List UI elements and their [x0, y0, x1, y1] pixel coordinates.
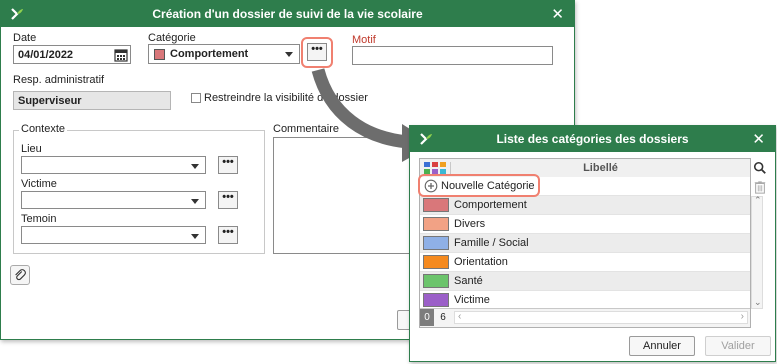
valider-button[interactable]: Valider	[705, 336, 771, 356]
lieu-chevron-down-icon[interactable]	[191, 164, 199, 169]
category-color-swatch	[423, 198, 449, 212]
libelle-column-header[interactable]: Libellé	[450, 162, 750, 174]
contexte-legend: Contexte	[19, 123, 68, 135]
resp-field: Superviseur	[13, 91, 171, 110]
list-title-bar: Liste des catégories des dossiers ✕	[410, 126, 775, 152]
category-name: Divers	[454, 218, 486, 230]
lieu-label: Lieu	[21, 143, 42, 155]
scroll-left-icon[interactable]: ‹	[458, 311, 461, 322]
annuler-button[interactable]: Annuler	[629, 336, 695, 356]
resp-label: Resp. administratif	[13, 74, 105, 86]
category-name: Orientation	[454, 256, 508, 268]
vertical-scrollbar[interactable]: ⌃ ⌄	[751, 195, 763, 309]
scroll-down-icon[interactable]: ⌄	[754, 297, 762, 308]
commentaire-label: Commentaire	[273, 123, 340, 135]
temoin-more-button[interactable]: •••	[218, 226, 238, 244]
date-label: Date	[13, 32, 37, 44]
victime-select[interactable]	[21, 191, 206, 209]
date-value: 04/01/2022	[18, 49, 74, 61]
categorie-color-swatch	[154, 49, 165, 60]
main-dialog-title: Création d'un dossier de suivi de la vie…	[152, 7, 423, 21]
category-row[interactable]: Famille / Social	[420, 234, 750, 253]
selected-count: 0	[420, 309, 434, 326]
grid-footer: 0 6 ‹ ›	[420, 308, 750, 327]
calendar-icon[interactable]	[114, 48, 128, 62]
category-row[interactable]: Divers	[420, 215, 750, 234]
temoin-select[interactable]	[21, 226, 206, 244]
category-color-swatch	[423, 236, 449, 250]
category-color-swatch	[423, 217, 449, 231]
color-grid-icon[interactable]	[423, 161, 447, 175]
scroll-right-icon[interactable]: ›	[741, 311, 744, 322]
categorie-label: Catégorie	[148, 32, 196, 44]
horizontal-scrollbar[interactable]: ‹ ›	[454, 311, 748, 324]
resp-value: Superviseur	[18, 95, 82, 107]
category-color-swatch	[423, 274, 449, 288]
categorie-select[interactable]: Comportement	[148, 44, 300, 64]
victime-more-button[interactable]: •••	[218, 191, 238, 209]
total-count: 6	[440, 312, 446, 323]
category-name: Famille / Social	[454, 237, 529, 249]
search-icon[interactable]	[753, 161, 767, 175]
categorie-chevron-down-icon[interactable]	[285, 52, 293, 57]
category-color-swatch	[423, 293, 449, 307]
category-color-swatch	[423, 255, 449, 269]
categorie-value: Comportement	[170, 48, 249, 60]
category-row[interactable]: Comportement	[420, 196, 750, 215]
temoin-chevron-down-icon[interactable]	[191, 234, 199, 239]
category-name: Comportement	[454, 199, 527, 211]
restreindre-label[interactable]: Restreindre la visibilité du dossier	[204, 92, 368, 104]
main-close-icon[interactable]: ✕	[551, 5, 564, 23]
date-field[interactable]: 04/01/2022	[13, 45, 131, 64]
temoin-label: Temoin	[21, 213, 57, 225]
victime-chevron-down-icon[interactable]	[191, 199, 199, 204]
scroll-up-icon[interactable]: ⌃	[754, 195, 762, 206]
restreindre-checkbox[interactable]	[191, 93, 201, 103]
attachment-button[interactable]	[10, 265, 30, 285]
list-dialog-title: Liste des catégories des dossiers	[496, 132, 689, 146]
victime-label: Victime	[21, 178, 57, 190]
categorie-more-button[interactable]: •••	[307, 43, 327, 61]
paperclip-icon	[15, 269, 26, 281]
motif-input[interactable]	[352, 46, 553, 65]
trash-icon[interactable]	[753, 180, 767, 194]
category-name: Santé	[454, 275, 483, 287]
lieu-select[interactable]	[21, 156, 206, 174]
motif-label: Motif	[352, 34, 376, 46]
list-close-icon[interactable]: ✕	[752, 130, 765, 148]
main-title-bar: Création d'un dossier de suivi de la vie…	[1, 1, 574, 27]
category-row[interactable]: Orientation	[420, 253, 750, 272]
nouvelle-categorie-highlight	[418, 174, 540, 197]
liste-categories-dialog: Liste des catégories des dossiers ✕ Libe…	[409, 125, 776, 362]
category-row[interactable]: Santé	[420, 272, 750, 291]
lieu-more-button[interactable]: •••	[218, 156, 238, 174]
category-name: Victime	[454, 294, 490, 306]
